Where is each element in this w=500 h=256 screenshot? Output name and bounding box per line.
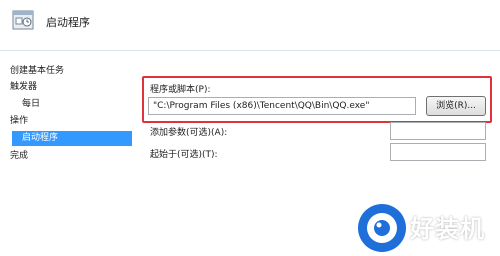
- startin-label: 起始于(可选)(T):: [150, 150, 218, 160]
- args-input[interactable]: [390, 122, 486, 140]
- task-scheduler-icon: [12, 10, 34, 30]
- args-label: 添加参数(可选)(A):: [150, 128, 228, 138]
- wizard-header: 启动程序: [0, 0, 500, 51]
- program-label: 程序或脚本(P):: [150, 85, 211, 95]
- step-finish[interactable]: 完成: [10, 149, 28, 164]
- step-daily[interactable]: 每日: [22, 97, 40, 112]
- page-title: 启动程序: [46, 16, 90, 29]
- browse-button[interactable]: 浏览(R)...: [426, 96, 486, 116]
- step-action[interactable]: 操作: [10, 114, 28, 129]
- wizard-steps: 创建基本任务 触发器 每日 操作 启动程序 完成: [0, 51, 140, 256]
- watermark-text: 好装机: [410, 215, 485, 243]
- startin-input[interactable]: [390, 143, 486, 161]
- step-start-program[interactable]: 启动程序: [12, 131, 132, 146]
- program-input[interactable]: "C:\Program Files (x86)\Tencent\QQ\Bin\Q…: [148, 97, 416, 115]
- step-trigger[interactable]: 触发器: [10, 80, 37, 95]
- step-create-basic-task[interactable]: 创建基本任务: [10, 64, 64, 79]
